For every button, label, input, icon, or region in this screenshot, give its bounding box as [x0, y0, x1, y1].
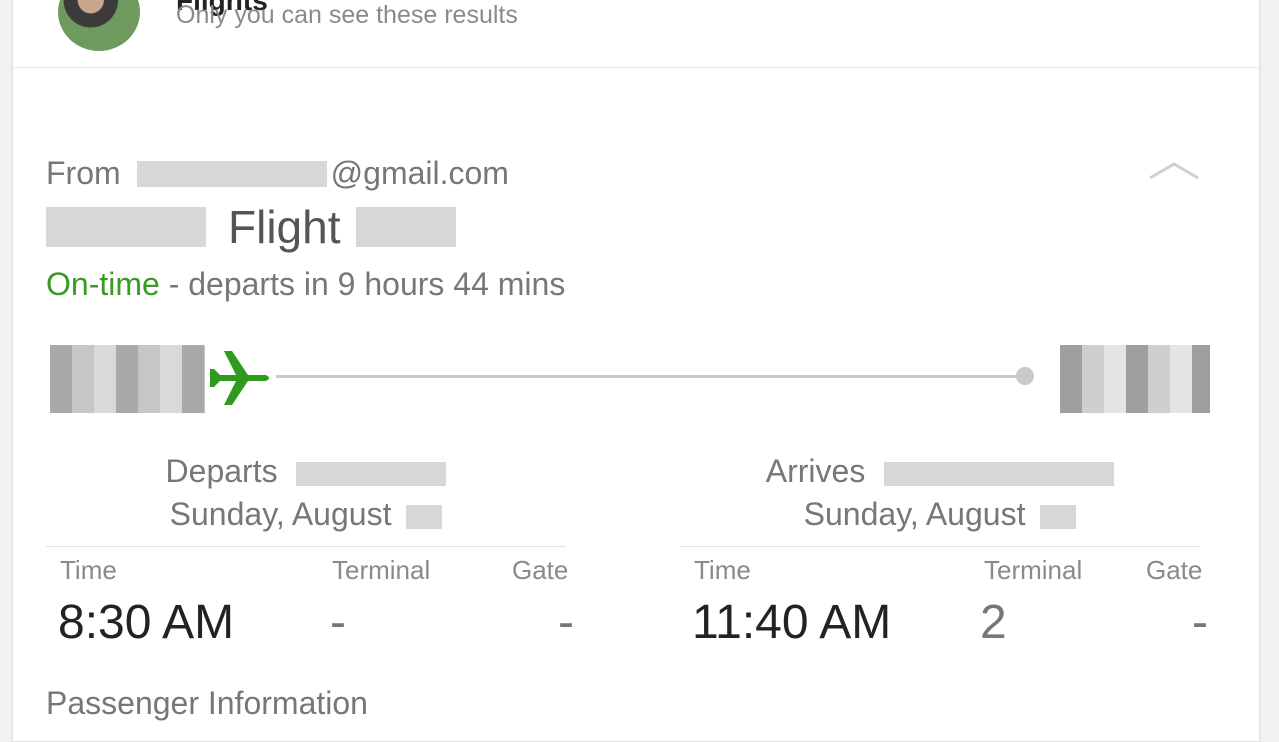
- flight-title: Flight: [46, 200, 457, 254]
- redacted-departs-day: [406, 504, 443, 529]
- redacted-departs-city: [296, 461, 447, 486]
- departs-gate-label: Gate: [512, 555, 569, 585]
- arrives-date: Sunday, August: [803, 496, 1026, 532]
- chevron-up-icon[interactable]: [1148, 160, 1200, 180]
- status-detail: - departs in 9 hours 44 mins: [159, 266, 566, 302]
- departs-date: Sunday, August: [169, 496, 392, 532]
- arrives-time: 11:40 AM: [692, 596, 892, 649]
- arrives-gate: -: [1192, 596, 1208, 649]
- passenger-info-heading: Passenger Information: [46, 685, 368, 721]
- redacted-flight-number: [356, 207, 457, 247]
- arrives-divider: [680, 546, 1200, 547]
- departs-header: Departs Sunday, August: [46, 450, 566, 536]
- from-label: From: [46, 155, 121, 191]
- card-header: Flights Only you can see these results: [13, 0, 1259, 68]
- departs-terminal-label: Terminal: [332, 555, 431, 585]
- arrives-gate-label: Gate: [1146, 555, 1203, 585]
- redacted-email-user: [136, 160, 327, 187]
- departs-terminal: -: [330, 596, 346, 649]
- departs-labels: Time Terminal Gate: [46, 555, 569, 595]
- arrives-terminal: 2: [980, 596, 1007, 649]
- route-destination-dot: [1016, 367, 1034, 385]
- departs-label: Departs: [165, 453, 278, 489]
- arrives-values: 11:40 AM 2 -: [680, 595, 1208, 651]
- redacted-arrives-city: [884, 461, 1115, 486]
- arrives-time-label: Time: [694, 555, 751, 585]
- departs-divider: [46, 546, 566, 547]
- departs-time: 8:30 AM: [58, 596, 235, 649]
- flight-word: Flight: [228, 201, 341, 253]
- departs-gate: -: [558, 596, 574, 649]
- arrives-terminal-label: Terminal: [984, 555, 1083, 585]
- from-line: From @gmail.com: [46, 155, 509, 192]
- arrives-labels: Time Terminal Gate: [680, 555, 1203, 595]
- arrives-label: Arrives: [765, 453, 866, 489]
- route-line: [276, 375, 1024, 378]
- redacted-destination-code: [1060, 345, 1210, 413]
- redacted-airline: [46, 207, 206, 247]
- header-subtitle: Only you can see these results: [176, 1, 518, 29]
- avatar: [58, 0, 140, 51]
- arrives-header: Arrives Sunday, August: [680, 450, 1200, 536]
- flight-status: On-time - departs in 9 hours 44 mins: [46, 266, 565, 303]
- redacted-arrives-day: [1040, 504, 1077, 529]
- from-email-domain: @gmail.com: [330, 155, 509, 191]
- departs-column: Departs Sunday, August Time Terminal Gat…: [46, 450, 574, 651]
- plane-icon: [210, 351, 269, 405]
- departs-values: 8:30 AM - -: [46, 595, 574, 651]
- arrives-column: Arrives Sunday, August Time Terminal Gat…: [680, 450, 1208, 651]
- status-ontime: On-time: [46, 266, 160, 302]
- departs-time-label: Time: [60, 555, 117, 585]
- redacted-origin-code: [50, 345, 205, 413]
- route-graphic: [50, 345, 1210, 415]
